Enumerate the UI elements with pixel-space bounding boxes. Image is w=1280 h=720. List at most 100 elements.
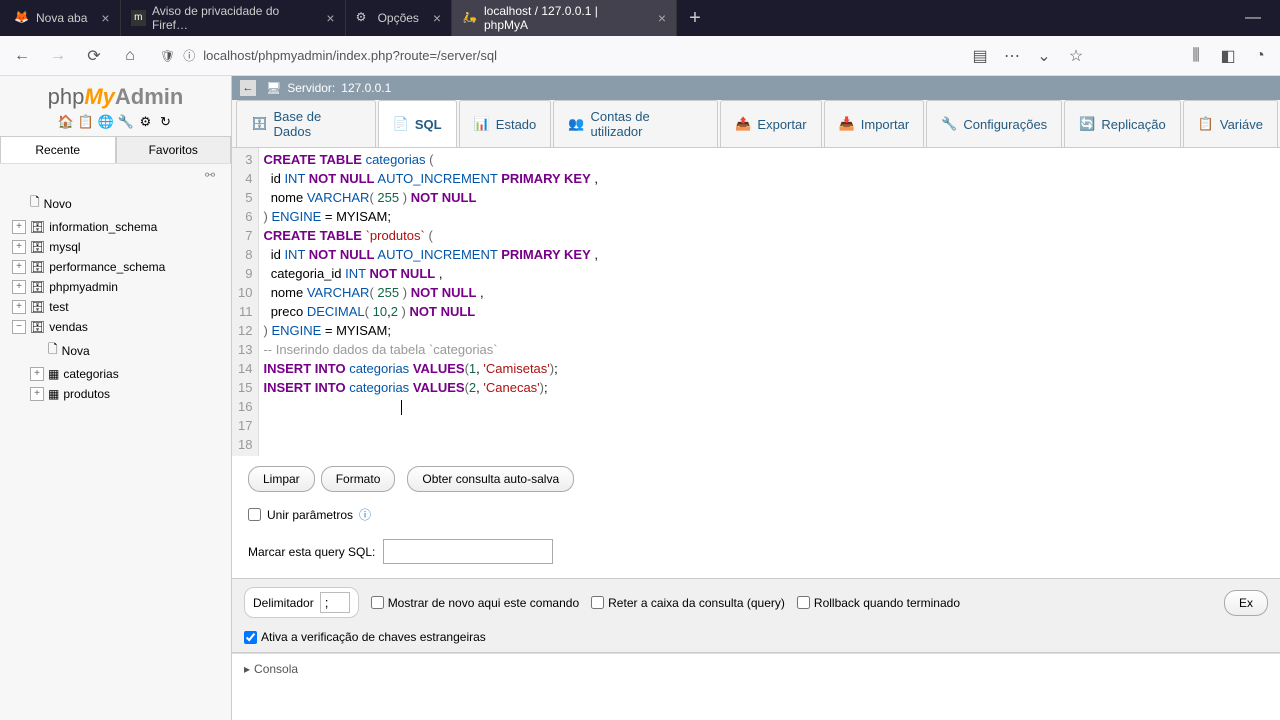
link-icon[interactable]: ⚯ xyxy=(0,164,231,186)
tab-import[interactable]: 📥Importar xyxy=(824,100,925,147)
show-again-label: Mostrar de novo aqui este comando xyxy=(388,596,579,610)
docs-icon[interactable]: 🌐 xyxy=(98,114,114,130)
collapse-icon[interactable]: − xyxy=(12,320,26,334)
database-icon: 🗄 xyxy=(251,116,268,132)
content-area: ← 🖥 Servidor: 127.0.0.1 🗄Base de Dados 📄… xyxy=(232,76,1280,720)
gear-icon[interactable]: ⚙ xyxy=(138,114,154,130)
format-button[interactable]: Formato xyxy=(321,466,396,492)
expand-icon[interactable]: + xyxy=(12,240,26,254)
execute-button[interactable]: Ex xyxy=(1224,590,1268,616)
tab-label: Opções xyxy=(378,11,419,25)
bookmark-icon[interactable]: ☆ xyxy=(1064,44,1088,68)
tree-table-categorias[interactable]: +▦categorias xyxy=(0,364,231,384)
db-tree: 🗋Novo +🗄information_schema +🗄mysql +🗄per… xyxy=(0,186,231,408)
forward-button[interactable]: → xyxy=(44,42,72,70)
home-button[interactable]: ⌂ xyxy=(116,42,144,70)
wrench-icon: 🔧 xyxy=(941,116,957,132)
tab-database[interactable]: 🗄Base de Dados xyxy=(236,100,376,147)
breadcrumb-back-icon[interactable]: ← xyxy=(240,80,256,96)
main-tabs: 🗄Base de Dados 📄SQL 📊Estado 👥Contas de u… xyxy=(232,100,1280,148)
fk-check-checkbox[interactable] xyxy=(244,631,257,644)
tab-label: Nova aba xyxy=(36,11,87,25)
tab-recent[interactable]: Recente xyxy=(0,136,116,163)
delimiter-label: Delimitador xyxy=(253,596,314,610)
tab-variables[interactable]: 📋Variáve xyxy=(1183,100,1278,147)
clear-button[interactable]: Limpar xyxy=(248,466,315,492)
bind-params-checkbox[interactable] xyxy=(248,508,261,521)
variables-icon: 📋 xyxy=(1198,116,1214,132)
firefox-icon: 🦊 xyxy=(14,10,30,26)
fk-check-label: Ativa a verificação de chaves estrangeir… xyxy=(261,630,486,644)
server-label: Servidor: xyxy=(287,81,335,95)
delimiter-input[interactable] xyxy=(320,592,350,613)
help-icon[interactable]: ⓘ xyxy=(359,506,371,523)
tree-db-performance-schema[interactable]: +🗄performance_schema xyxy=(0,257,231,277)
expand-icon[interactable]: + xyxy=(12,280,26,294)
back-button[interactable]: ← xyxy=(8,42,36,70)
tree-db-information-schema[interactable]: +🗄information_schema xyxy=(0,217,231,237)
sql-editor[interactable]: 3456789101112131415161718 CREATE TABLE c… xyxy=(232,148,1280,456)
expand-icon[interactable]: + xyxy=(12,300,26,314)
close-icon[interactable]: × xyxy=(650,10,666,26)
reload-button[interactable]: ⟳ xyxy=(80,42,108,70)
tab-users[interactable]: 👥Contas de utilizador xyxy=(553,100,718,147)
rollback-checkbox[interactable] xyxy=(797,596,810,609)
close-icon[interactable]: × xyxy=(425,10,441,26)
logout-icon[interactable]: 📋 xyxy=(78,114,94,130)
tree-db-phpmyadmin[interactable]: +🗄phpmyadmin xyxy=(0,277,231,297)
new-db-icon: 🗋 xyxy=(30,193,40,214)
tab-export[interactable]: 📤Exportar xyxy=(720,100,821,147)
server-icon: 🖥 xyxy=(266,81,281,95)
expand-icon[interactable]: + xyxy=(30,367,44,381)
tree-table-produtos[interactable]: +▦produtos xyxy=(0,384,231,404)
browser-tab-3[interactable]: 🛵 localhost / 127.0.0.1 | phpMyA × xyxy=(452,0,677,36)
browser-tab-2[interactable]: ⚙ Opções × xyxy=(346,0,453,36)
expand-icon[interactable]: + xyxy=(12,260,26,274)
tree-db-mysql[interactable]: +🗄mysql xyxy=(0,237,231,257)
home-icon[interactable]: 🏠 xyxy=(58,114,74,130)
tree-db-test[interactable]: +🗄test xyxy=(0,297,231,317)
browser-tab-1[interactable]: m Aviso de privacidade do Firef… × xyxy=(121,0,346,36)
close-icon[interactable]: × xyxy=(93,10,109,26)
tab-sql[interactable]: 📄SQL xyxy=(378,100,457,147)
more-icon[interactable]: ⋯ xyxy=(1000,44,1024,68)
bookmark-input[interactable] xyxy=(383,539,553,564)
url-bar[interactable]: 🛡 ⓘ localhost/phpmyadmin/index.php?route… xyxy=(152,43,960,68)
console-toggle[interactable]: ▸ Consola xyxy=(232,653,1280,684)
import-icon: 📥 xyxy=(839,116,855,132)
browser-toolbar: ← → ⟳ ⌂ 🛡 ⓘ localhost/phpmyadmin/index.p… xyxy=(0,36,1280,76)
expand-icon[interactable]: + xyxy=(12,220,26,234)
breadcrumb: ← 🖥 Servidor: 127.0.0.1 xyxy=(232,76,1280,100)
sidebar-icon[interactable]: ◧ xyxy=(1216,44,1240,68)
close-icon[interactable]: × xyxy=(318,10,334,26)
tab-favorites[interactable]: Favoritos xyxy=(116,136,232,163)
sql-code[interactable]: CREATE TABLE categorias ( id INT NOT NUL… xyxy=(259,148,1280,456)
phpmyadmin-icon: 🛵 xyxy=(462,10,478,26)
tree-new[interactable]: 🗋Novo xyxy=(0,190,231,217)
reader-icon[interactable]: ▤ xyxy=(968,44,992,68)
bookmark-label: Marcar esta query SQL: xyxy=(248,545,375,559)
pocket-icon[interactable]: ⌄ xyxy=(1032,44,1056,68)
tab-settings[interactable]: 🔧Configurações xyxy=(926,100,1062,147)
new-tab-button[interactable]: + xyxy=(677,7,713,30)
autosave-button[interactable]: Obter consulta auto-salva xyxy=(407,466,574,492)
browser-tab-strip: 🦊 Nova aba × m Aviso de privacidade do F… xyxy=(0,0,1280,36)
logo-toolbar: 🏠 📋 🌐 🔧 ⚙ ↻ xyxy=(0,114,231,136)
library-icon[interactable]: ⫼ xyxy=(1184,44,1208,68)
tree-db-vendas[interactable]: −🗄vendas xyxy=(0,317,231,337)
sidebar: phpMyAdmin 🏠 📋 🌐 🔧 ⚙ ↻ Recente Favoritos… xyxy=(0,76,232,720)
reload-icon[interactable]: ↻ xyxy=(158,114,174,130)
show-again-checkbox[interactable] xyxy=(371,596,384,609)
minimize-button[interactable]: — xyxy=(1245,9,1261,27)
browser-tab-0[interactable]: 🦊 Nova aba × xyxy=(4,0,121,36)
account-icon[interactable]: ◔ xyxy=(1248,44,1272,68)
shield-icon: 🛡 xyxy=(160,49,175,63)
console-icon: ▸ xyxy=(244,662,250,676)
status-icon: 📊 xyxy=(474,116,490,132)
tab-status[interactable]: 📊Estado xyxy=(459,100,552,147)
tree-vendas-new[interactable]: 🗋Nova xyxy=(0,337,231,364)
expand-icon[interactable]: + xyxy=(30,387,44,401)
tab-replication[interactable]: 🔄Replicação xyxy=(1064,100,1181,147)
nav-icon[interactable]: 🔧 xyxy=(118,114,134,130)
retain-checkbox[interactable] xyxy=(591,596,604,609)
